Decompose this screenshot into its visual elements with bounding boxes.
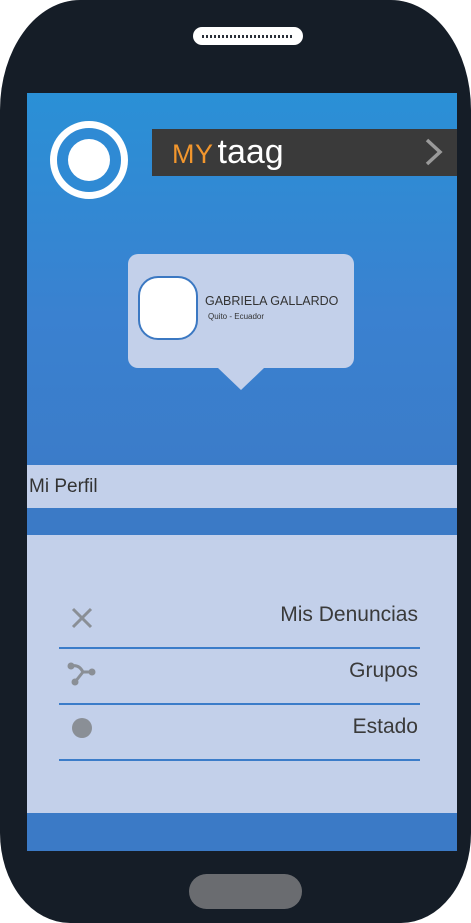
brand-bar[interactable]: MY taag [152, 129, 457, 176]
brand-prefix: MY [172, 139, 214, 169]
card-pointer [218, 368, 264, 390]
home-button[interactable] [189, 874, 302, 909]
circle-icon [72, 718, 92, 738]
app-logo-icon[interactable] [50, 121, 128, 199]
menu-item-label: Mis Denuncias [280, 603, 418, 626]
speaker-grille [193, 27, 303, 45]
menu-item-estado[interactable]: Estado [59, 705, 420, 761]
divider-strip [27, 508, 457, 535]
menu-list: Mis Denuncias Grupos Estado [59, 593, 420, 761]
user-location: Quito - Ecuador [208, 312, 265, 321]
brand-name: taag [217, 133, 284, 171]
close-icon [71, 607, 93, 629]
section-title: Mi Perfil [29, 475, 98, 497]
app-screen: MY taag GABRIELA GALLARDO Quito - Ecuado… [27, 93, 457, 851]
menu-item-mis-denuncias[interactable]: Mis Denuncias [59, 593, 420, 649]
chevron-right-icon[interactable] [423, 137, 445, 167]
bottom-bar [27, 813, 457, 851]
avatar[interactable] [138, 276, 198, 340]
user-name: GABRIELA GALLARDO [205, 294, 339, 308]
profile-card[interactable]: GABRIELA GALLARDO Quito - Ecuador [128, 254, 354, 368]
menu-item-label: Grupos [349, 659, 418, 682]
share-icon [67, 662, 96, 686]
menu-item-grupos[interactable]: Grupos [59, 649, 420, 705]
header-area: MY taag GABRIELA GALLARDO Quito - Ecuado… [27, 93, 457, 465]
section-header: Mi Perfil [27, 465, 457, 508]
menu-item-label: Estado [352, 715, 418, 738]
phone-frame: MY taag GABRIELA GALLARDO Quito - Ecuado… [0, 0, 471, 923]
